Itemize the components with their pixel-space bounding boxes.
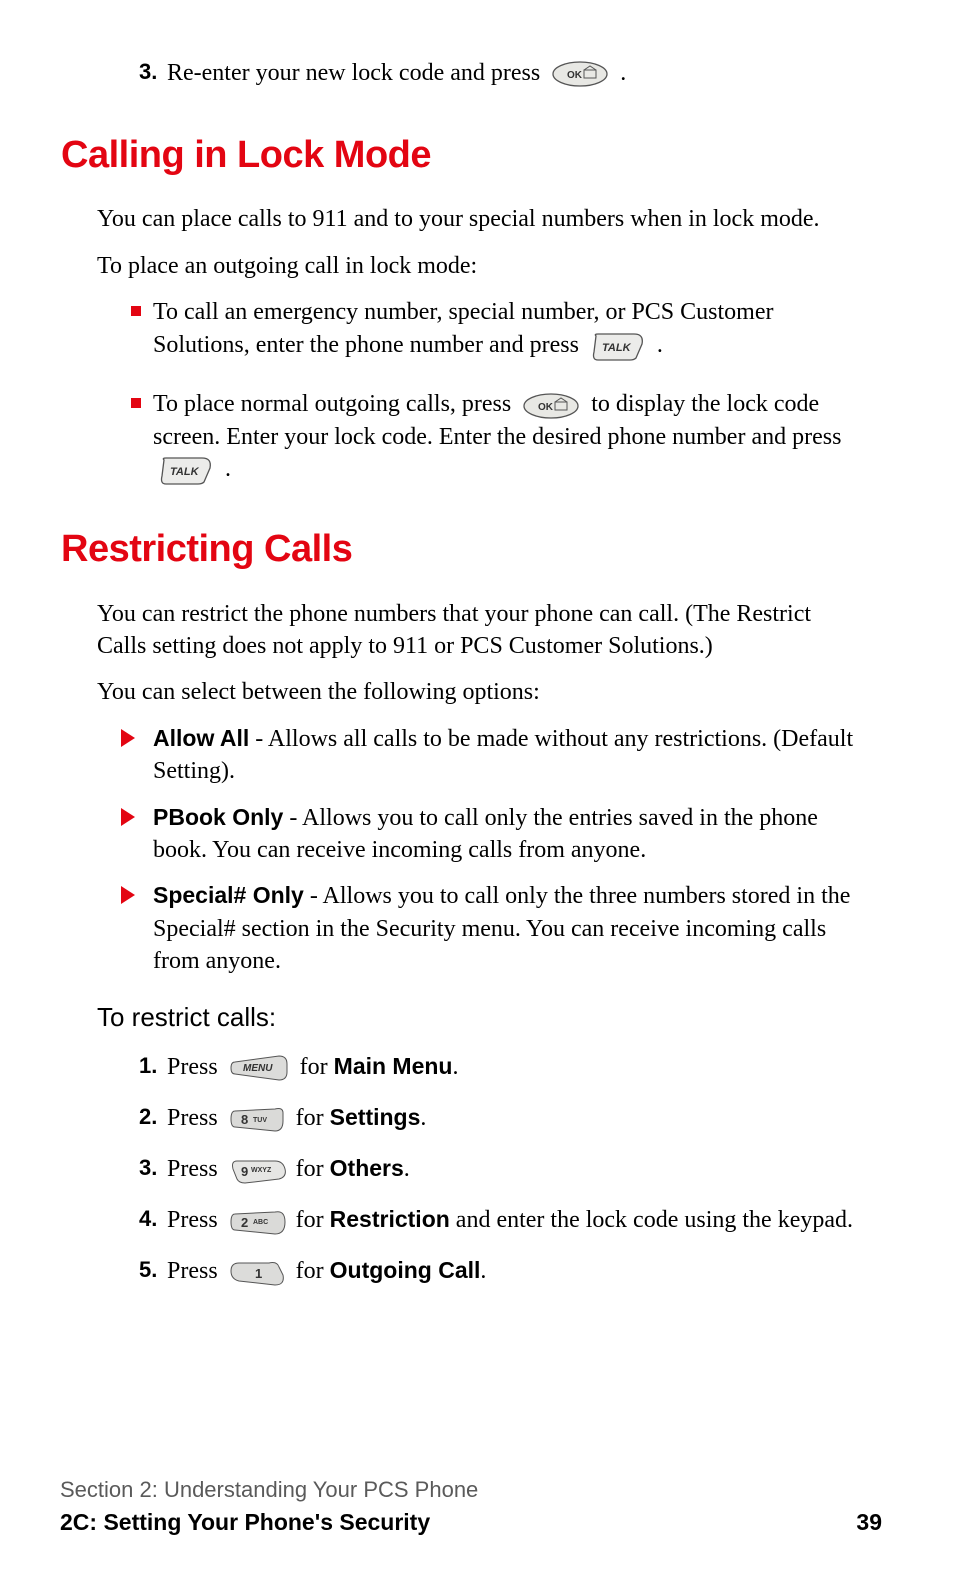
step4-c: and enter the lock code using the keypad… (450, 1207, 853, 1233)
step3-c: . (404, 1156, 410, 1182)
step-5: 5. Press 1 for Outgoing Call. (139, 1253, 862, 1290)
svg-text:OK: OK (538, 402, 554, 413)
bullet-normal-call: To place normal outgoing calls, press OK… (131, 388, 862, 486)
svg-text:1: 1 (255, 1266, 262, 1281)
page-footer: Section 2: Understanding Your PCS Phone … (60, 1477, 882, 1536)
svg-text:WXYZ: WXYZ (251, 1167, 272, 1174)
para-lock-mode-intro: You can place calls to 911 and to your s… (97, 203, 862, 235)
svg-text:OK: OK (567, 70, 583, 81)
option-pbook-only: PBook Only - Allows you to call only the… (121, 802, 862, 867)
step-2: 2. Press 8 TUV for Settings. (139, 1100, 862, 1137)
key-2-icon: 2 ABC (229, 1208, 285, 1236)
svg-text:2: 2 (241, 1215, 248, 1230)
svg-text:ABC: ABC (253, 1219, 268, 1226)
restrict-options-list: Allow All - Allows all calls to be made … (97, 723, 862, 978)
option-allow-all: Allow All - Allows all calls to be made … (121, 723, 862, 788)
para-restrict-options-lead: You can select between the following opt… (97, 676, 862, 708)
para-lock-mode-instr: To place an outgoing call in lock mode: (97, 250, 862, 282)
step-3-text-a: Re-enter your new lock code and press (167, 60, 546, 86)
step-3-text-b: . (620, 60, 626, 86)
bullet1-text-b: . (657, 332, 663, 358)
step3-bold: Others (330, 1155, 404, 1181)
step1-a: Press (167, 1054, 224, 1080)
step-number: 4. (139, 1202, 157, 1236)
footer-section-label: Section 2: Understanding Your PCS Phone (60, 1477, 882, 1503)
step-1: 1. Press MENU for Main Menu. (139, 1049, 862, 1086)
step4-a: Press (167, 1207, 224, 1233)
ok-key-icon: OK (551, 60, 609, 88)
step3-a: Press (167, 1156, 224, 1182)
step1-b: for (300, 1054, 334, 1080)
restrict-steps: 1. Press MENU for Main Menu. 2. Press (97, 1049, 862, 1291)
talk-key-icon: TALK (158, 454, 214, 486)
bullet-emergency-call: To call an emergency number, special num… (131, 296, 862, 362)
step-number: 3. (139, 1151, 157, 1185)
step5-b: for (296, 1258, 330, 1284)
prior-step-list: 3. Re-enter your new lock code and press… (97, 55, 862, 92)
step4-bold: Restriction (330, 1206, 450, 1232)
menu-key-icon: MENU (229, 1054, 289, 1082)
step-number: 1. (139, 1049, 157, 1083)
svg-text:TALK: TALK (602, 342, 632, 354)
step2-bold: Settings (330, 1104, 421, 1130)
lock-mode-bullets: To call an emergency number, special num… (97, 296, 862, 486)
step4-b: for (296, 1207, 330, 1233)
step1-bold: Main Menu (334, 1053, 453, 1079)
svg-text:8: 8 (241, 1112, 248, 1127)
step-number: 3. (139, 55, 157, 89)
bullet2-text-a: To place normal outgoing calls, press (153, 391, 517, 417)
step5-a: Press (167, 1258, 224, 1284)
option-name: PBook Only (153, 804, 283, 830)
step-number: 2. (139, 1100, 157, 1134)
footer-chapter-label: 2C: Setting Your Phone's Security (60, 1509, 430, 1536)
step-3r: 3. Press 9 WXYZ for Others. (139, 1151, 862, 1188)
option-name: Special# Only (153, 882, 304, 908)
step2-a: Press (167, 1105, 224, 1131)
key-9-icon: 9 WXYZ (229, 1157, 285, 1185)
svg-text:9: 9 (241, 1164, 248, 1179)
svg-text:MENU: MENU (243, 1063, 273, 1074)
svg-text:TUV: TUV (253, 1117, 267, 1124)
step5-bold: Outgoing Call (330, 1257, 481, 1283)
option-special-only: Special# Only - Allows you to call only … (121, 880, 862, 977)
bullet1-text-a: To call an emergency number, special num… (153, 299, 773, 357)
footer-bottom-row: 2C: Setting Your Phone's Security 39 (60, 1509, 882, 1536)
step1-c: . (453, 1054, 459, 1080)
heading-restricting-calls: Restricting Calls (61, 524, 862, 575)
option-name: Allow All (153, 725, 249, 751)
talk-key-icon: TALK (590, 330, 646, 362)
sub-lead-restrict: To restrict calls: (97, 1000, 862, 1035)
step2-b: for (296, 1105, 330, 1131)
document-page: 3. Re-enter your new lock code and press… (0, 0, 954, 1590)
svg-text:TALK: TALK (170, 466, 200, 478)
bullet2-text-c: . (225, 456, 231, 482)
key-8-icon: 8 TUV (229, 1105, 285, 1133)
step-number: 5. (139, 1253, 157, 1287)
page-content: 3. Re-enter your new lock code and press… (72, 55, 882, 1291)
para-restrict-intro: You can restrict the phone numbers that … (97, 598, 862, 663)
key-1-icon: 1 (229, 1259, 285, 1287)
step5-c: . (480, 1258, 486, 1284)
step-4: 4. Press 2 ABC for Restriction and enter… (139, 1202, 862, 1239)
step-3: 3. Re-enter your new lock code and press… (139, 55, 862, 92)
step2-c: . (420, 1105, 426, 1131)
footer-page-number: 39 (856, 1509, 882, 1536)
option-desc: - Allows all calls to be made without an… (153, 726, 853, 784)
heading-calling-lock-mode: Calling in Lock Mode (61, 130, 862, 181)
step3-b: for (296, 1156, 330, 1182)
ok-key-icon: OK (522, 392, 580, 420)
